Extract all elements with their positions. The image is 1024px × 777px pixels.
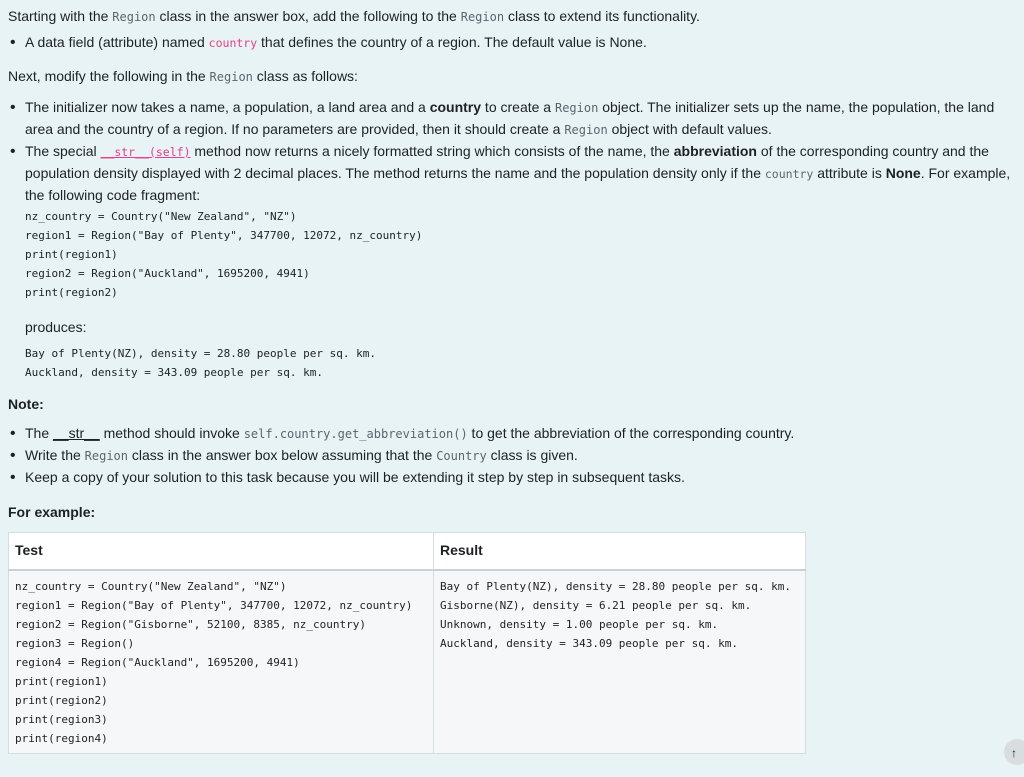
intro-bullet: A data field (attribute) named country t… — [8, 32, 1012, 54]
example-table: Test Result nz_country = Country("New Ze… — [8, 532, 806, 754]
code-line: region2 = Region("Auckland", 1695200, 49… — [25, 267, 310, 280]
test-line: region2 = Region("Gisborne", 52100, 8385… — [15, 618, 366, 631]
note-n1-text-3: to get the abbreviation of the correspon… — [467, 425, 795, 441]
test-line: region1 = Region("Bay of Plenty", 347700… — [15, 599, 413, 612]
note-bullet-keep: Keep a copy of your solution to this tas… — [8, 467, 1012, 488]
modify-b2-text-4: attribute is — [813, 165, 886, 181]
example-table-header: Test Result — [8, 532, 806, 571]
output-line: Auckland, density = 343.09 people per sq… — [25, 366, 324, 379]
note-n1-code: __str__ — [53, 425, 100, 441]
modify-b2-bold: abbreviation — [673, 143, 757, 159]
intro-code-region-1: Region — [112, 10, 156, 24]
modify-b1-text-4: object with default values. — [607, 121, 772, 137]
code-line: nz_country = Country("New Zealand", "NZ"… — [25, 210, 297, 223]
column-header-test: Test — [8, 532, 434, 571]
modify-bullet-initializer: The initializer now takes a name, a popu… — [8, 97, 1012, 141]
code-line: region1 = Region("Bay of Plenty", 347700… — [25, 229, 423, 242]
test-line: region3 = Region() — [15, 637, 135, 650]
arrow-up-icon: ↑ — [1011, 746, 1017, 760]
modify-b2-bold-2: None — [885, 165, 921, 181]
intro-bullet-text-1: A data field (attribute) named — [25, 34, 209, 50]
intro-code-region-2: Region — [460, 10, 505, 24]
test-line: print(region3) — [15, 713, 108, 726]
modify-b2-text-2: method now returns a nicely formatted st… — [190, 143, 674, 159]
result-line: Bay of Plenty(NZ), density = 28.80 peopl… — [440, 580, 791, 593]
note-n2-code-2: Country — [436, 449, 487, 463]
modify-b1-bold: country — [429, 99, 482, 115]
test-line: region4 = Region("Auckland", 1695200, 49… — [15, 656, 300, 669]
modify-b1-code: Region — [554, 101, 599, 115]
note-n2-text-3: class is given. — [486, 447, 578, 463]
test-line: nz_country = Country("New Zealand", "NZ"… — [15, 580, 287, 593]
column-header-result: Result — [433, 532, 806, 571]
modify-b2-text-1: The special — [25, 143, 101, 159]
note-list: The __str__ method should invoke self.co… — [8, 423, 1012, 488]
code-line: print(region2) — [25, 286, 118, 299]
note-title: Note: — [8, 396, 44, 412]
example-code-fragment: nz_country = Country("New Zealand", "NZ"… — [25, 207, 1012, 302]
table-row: nz_country = Country("New Zealand", "NZ"… — [8, 569, 806, 754]
modify-b2-code-2: country — [764, 167, 814, 181]
intro-text-1: Starting with the — [8, 8, 113, 24]
note-n2-code: Region — [84, 449, 129, 463]
note-bullet-region: Write the Region class in the answer box… — [8, 445, 1012, 467]
modify-bullet-str: The special __str__(self) method now ret… — [8, 141, 1012, 206]
intro-bullet-code: country — [208, 36, 258, 50]
test-line: print(region1) — [15, 675, 108, 688]
modify-text-1: Next, modify the following in the — [8, 68, 210, 84]
note-n2-text-1: Write the — [25, 447, 85, 463]
note-n1-text-1: The — [25, 425, 54, 441]
produces-label: produces: — [25, 319, 87, 335]
intro-text-3: class to extend its functionality. — [504, 8, 700, 24]
code-line: print(region1) — [25, 248, 118, 261]
result-line: Auckland, density = 343.09 people per sq… — [440, 637, 739, 650]
note-n2-text-2: class in the answer box below assuming t… — [128, 447, 437, 463]
test-line: print(region2) — [15, 694, 108, 707]
modify-b2-code: __str__(self) — [100, 145, 191, 159]
output-line: Bay of Plenty(NZ), density = 28.80 peopl… — [25, 347, 376, 360]
example-title: For example: — [8, 504, 96, 520]
intro-list: A data field (attribute) named country t… — [8, 32, 1012, 54]
intro-paragraph: Starting with the Region class in the an… — [8, 6, 1012, 28]
note-bullet-str: The __str__ method should invoke self.co… — [8, 423, 1012, 445]
modify-code-region: Region — [209, 70, 253, 84]
modify-list: The initializer now takes a name, a popu… — [8, 97, 1012, 206]
intro-bullet-text-2: that defines the country of a region. Th… — [257, 34, 647, 50]
modify-b1-code-2: Region — [564, 123, 608, 137]
result-line: Gisborne(NZ), density = 6.21 people per … — [440, 599, 752, 612]
modify-paragraph: Next, modify the following in the Region… — [8, 66, 1012, 88]
example-output: Bay of Plenty(NZ), density = 28.80 peopl… — [25, 344, 1012, 382]
note-n1-text-2: method should invoke — [99, 425, 244, 441]
test-line: print(region4) — [15, 732, 108, 745]
modify-b1-text-1: The initializer now takes a name, a popu… — [25, 99, 430, 115]
question-text: Starting with the Region class in the an… — [8, 6, 1012, 523]
intro-text-2: class in the answer box, add the followi… — [155, 8, 461, 24]
note-n1-code-2: self.country.get_abbreviation() — [243, 427, 468, 441]
note-n3-text: Keep a copy of your solution to this tas… — [25, 469, 685, 485]
result-line: Unknown, density = 1.00 people per sq. k… — [440, 618, 719, 631]
modify-b1-text-2: to create a — [481, 99, 555, 115]
test-cell: nz_country = Country("New Zealand", "NZ"… — [8, 569, 434, 754]
scroll-top-icon[interactable]: ↑ — [1004, 739, 1024, 765]
result-cell: Bay of Plenty(NZ), density = 28.80 peopl… — [433, 569, 806, 754]
modify-text-2: class as follows: — [252, 68, 358, 84]
